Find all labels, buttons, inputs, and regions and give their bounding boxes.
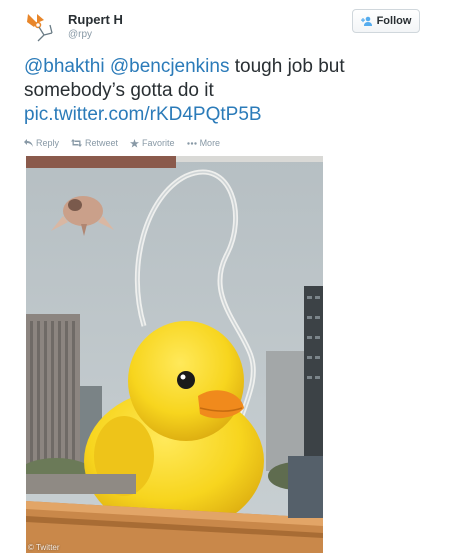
mention-link[interactable]: @bencjenkins [110,56,230,77]
tweet-photo[interactable]: © Twitter [26,156,323,553]
favorite-label: Favorite [142,138,175,148]
follow-button-label: Follow [376,15,412,27]
stick-figure-logo-icon [27,14,53,42]
more-label: More [199,138,221,148]
tweet-text: @bhakthi @bencjenkins tough job but some… [24,55,424,127]
retweet-label: Retweet [85,138,119,148]
reply-action[interactable]: Reply [24,136,59,150]
reply-label: Reply [36,138,60,148]
more-dots-icon [186,141,197,145]
avatar[interactable] [24,11,60,47]
more-action[interactable]: More [186,136,221,150]
photo-link[interactable]: pic.twitter.com/rKD4PQtP5B [24,104,262,125]
retweet-icon [71,139,83,147]
mention-link[interactable]: @bhakthi [24,56,105,77]
user-display-name[interactable]: Rupert H [68,12,123,27]
star-icon [130,138,140,148]
add-user-icon [360,16,373,26]
tweet-actions: Reply Retweet Favorite More [24,136,220,150]
photo-watermark: © Twitter [28,543,60,552]
reply-icon [24,139,33,147]
user-handle[interactable]: @rpy [68,29,92,40]
follow-button[interactable]: Follow [352,9,420,33]
retweet-action[interactable]: Retweet [71,136,118,150]
rubber-duck-photo-image [26,156,323,553]
favorite-action[interactable]: Favorite [130,136,175,150]
